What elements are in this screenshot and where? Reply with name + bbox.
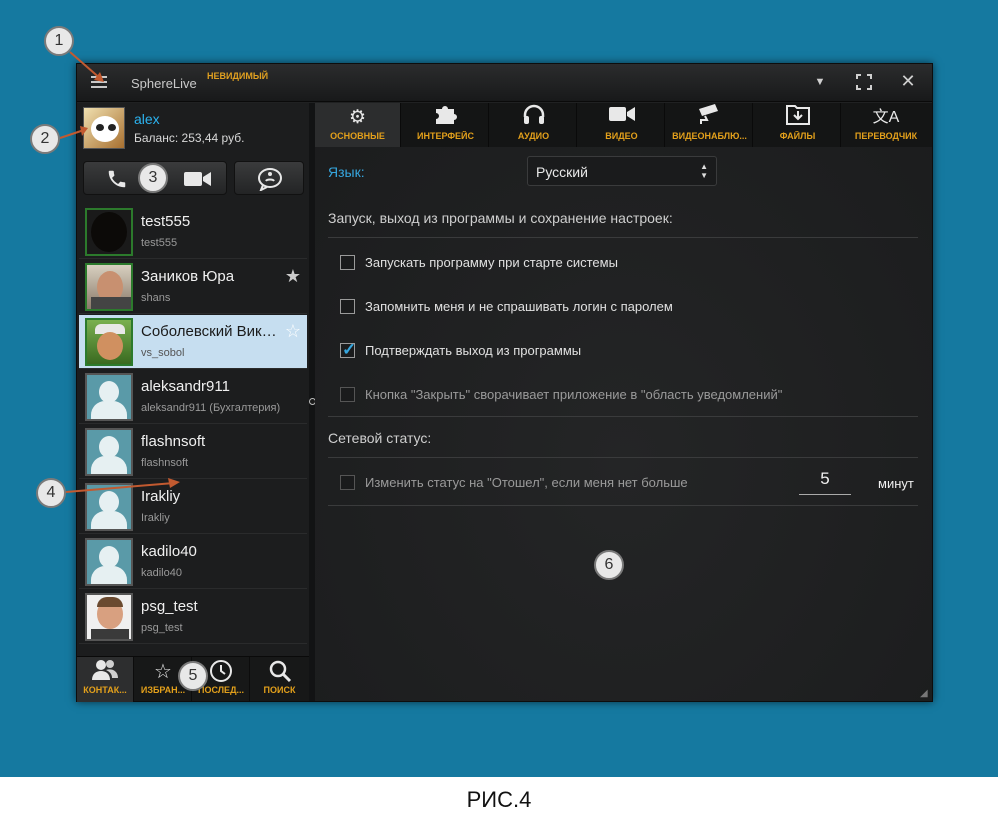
callout-arrows	[59, 51, 180, 493]
callout-6: 6	[594, 550, 624, 580]
callout-2: 2	[30, 124, 60, 154]
figure-caption: РИС.4	[466, 787, 532, 812]
callout-5: 5	[178, 661, 208, 691]
callout-1: 1	[44, 26, 74, 56]
callout-3: 3	[138, 163, 168, 193]
callout-4: 4	[36, 478, 66, 508]
